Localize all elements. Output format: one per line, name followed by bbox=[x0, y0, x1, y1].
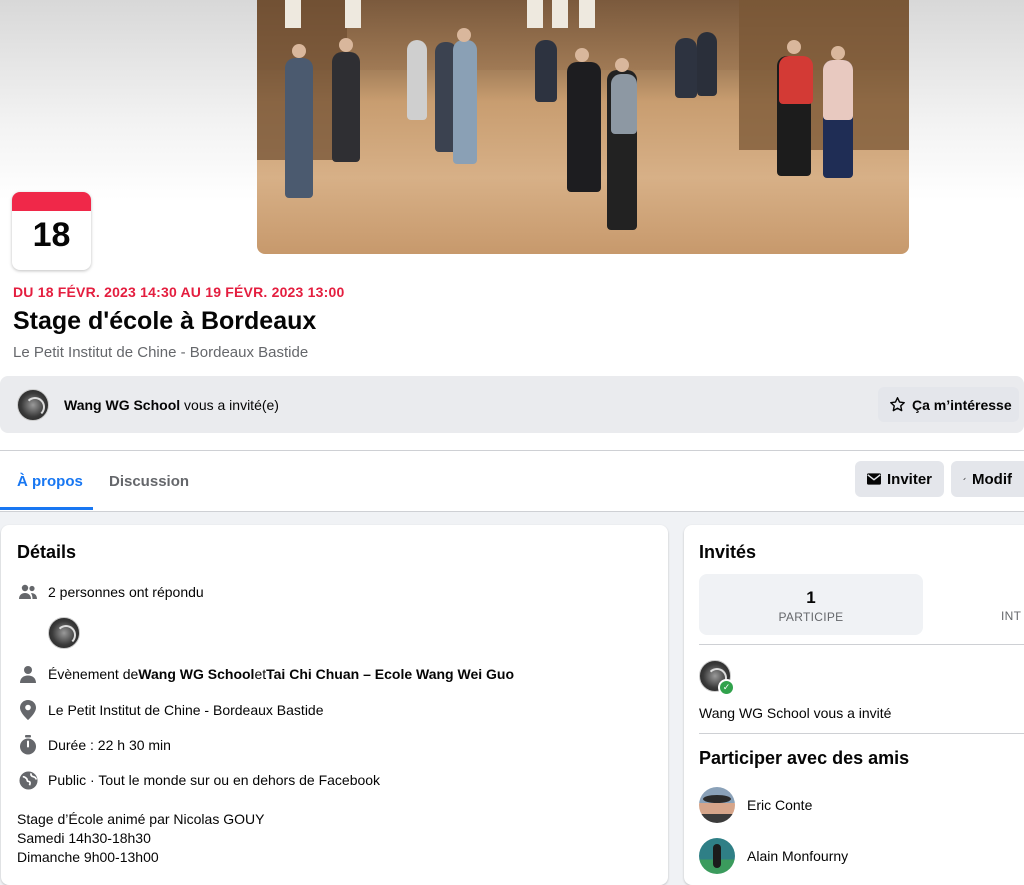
modify-label: Modif bbox=[972, 470, 1012, 488]
interested-label: Ça m’intéresse bbox=[912, 396, 1012, 413]
event-day: 18 bbox=[32, 216, 71, 254]
responded-row[interactable]: 2 personnes ont répondu bbox=[17, 582, 204, 602]
invitation-text: Wang WG School vous a invité(e) bbox=[64, 397, 279, 413]
people-icon bbox=[17, 582, 39, 602]
pencil-icon bbox=[963, 477, 966, 481]
invite-label: Inviter bbox=[886, 470, 932, 488]
duration-text: Durée : 22 h 30 min bbox=[48, 737, 171, 753]
invite-button[interactable]: Inviter bbox=[855, 461, 944, 497]
event-location-link[interactable]: Le Petit Institut de Chine - Bordeaux Ba… bbox=[13, 344, 308, 361]
location-text: Le Petit Institut de Chine - Bordeaux Ba… bbox=[48, 702, 324, 718]
friend-avatar bbox=[699, 838, 735, 874]
going-count: 1 bbox=[806, 588, 816, 607]
responded-text: 2 personnes ont répondu bbox=[48, 584, 204, 600]
going-label: PARTICIPE bbox=[778, 610, 844, 624]
globe-icon bbox=[17, 770, 39, 790]
friend-item[interactable]: Eric Conte bbox=[699, 787, 812, 823]
privacy-row: Public · Tout le monde sur ou en dehors … bbox=[17, 770, 380, 790]
event-description: Stage d’École animé par Nicolas GOUY Sam… bbox=[17, 811, 265, 865]
privacy-text: Public · Tout le monde sur ou en dehors … bbox=[48, 772, 381, 788]
modify-button[interactable]: Modif bbox=[951, 461, 1024, 497]
responder-avatar[interactable] bbox=[48, 617, 80, 649]
tab-about[interactable]: À propos bbox=[17, 473, 83, 490]
person-icon bbox=[17, 664, 39, 684]
map-pin-icon bbox=[17, 700, 39, 720]
active-tab-indicator bbox=[0, 507, 93, 510]
friends-heading: Participer avec des amis bbox=[699, 748, 910, 768]
friend-name: Alain Monfourny bbox=[747, 848, 849, 864]
star-icon bbox=[890, 397, 905, 412]
calendar-date-icon: 18 bbox=[12, 192, 91, 270]
going-count-box[interactable]: 1 PARTICIPE bbox=[699, 574, 923, 635]
interested-button[interactable]: Ça m’intéresse bbox=[878, 387, 1019, 422]
guests-heading: Invités bbox=[699, 542, 757, 562]
interested-count-label[interactable]: INT bbox=[1001, 609, 1021, 623]
organizer-link-2[interactable]: Tai Chi Chuan – Ecole Wang Wei Guo bbox=[266, 666, 514, 682]
stopwatch-icon bbox=[17, 735, 39, 755]
cover-photo[interactable] bbox=[257, 0, 909, 254]
organizer-row: Évènement de Wang WG School et Tai Chi C… bbox=[17, 664, 514, 684]
going-check-icon: ✓ bbox=[718, 679, 735, 696]
friend-name: Eric Conte bbox=[747, 797, 813, 813]
event-title: Stage d'école à Bordeaux bbox=[13, 307, 317, 335]
friend-avatar bbox=[699, 787, 735, 823]
inviter-name[interactable]: Wang WG School bbox=[64, 397, 180, 413]
details-heading: Détails bbox=[17, 542, 77, 562]
friend-item[interactable]: Alain Monfourny bbox=[699, 838, 848, 874]
location-row[interactable]: Le Petit Institut de Chine - Bordeaux Ba… bbox=[17, 700, 324, 720]
organizer-link-1[interactable]: Wang WG School bbox=[138, 666, 254, 682]
envelope-icon bbox=[867, 473, 881, 485]
tab-discussion[interactable]: Discussion bbox=[109, 473, 189, 490]
event-date-range: DU 18 FÉVR. 2023 14:30 AU 19 FÉVR. 2023 … bbox=[13, 284, 345, 300]
duration-row: Durée : 22 h 30 min bbox=[17, 735, 171, 755]
guest-invited-text: Wang WG School vous a invité bbox=[699, 705, 892, 721]
inviter-avatar[interactable] bbox=[17, 389, 49, 421]
